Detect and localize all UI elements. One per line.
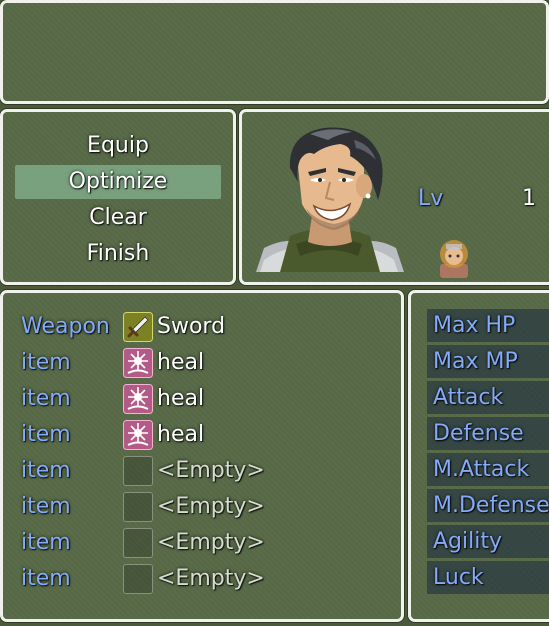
optimize-command[interactable]: Optimize (15, 165, 221, 199)
parameter-window: Max HP Max MP Attack Defense M.Attack M.… (408, 290, 549, 622)
equip-slot-row[interactable]: item <Empty> (21, 454, 401, 488)
sword-icon (123, 312, 153, 342)
status-window: Lv 1 (239, 109, 549, 285)
slot-item-name: heal (157, 350, 205, 375)
slot-item-name: <Empty> (157, 530, 265, 555)
param-row-defense: Defense (427, 417, 549, 450)
actor-portrait (256, 127, 404, 272)
param-label: Max HP (433, 313, 516, 338)
level-value: 1 (522, 186, 536, 211)
command-window: Equip Optimize Clear Finish (0, 109, 236, 285)
param-label: Luck (433, 565, 484, 590)
param-row-attack: Attack (427, 381, 549, 414)
param-row-max-hp: Max HP (427, 309, 549, 342)
param-label: Defense (433, 421, 524, 446)
slot-name: item (21, 530, 71, 555)
equip-slot-window: Weapon Sword item heal item heal item he… (0, 290, 404, 622)
param-row-agility: Agility (427, 525, 549, 558)
empty-slot-icon (123, 528, 153, 558)
empty-slot-icon (123, 564, 153, 594)
level-label: Lv (418, 186, 444, 211)
slot-item-name: <Empty> (157, 458, 265, 483)
heal-icon (123, 384, 153, 414)
slot-name: item (21, 386, 71, 411)
param-label: Attack (433, 385, 504, 410)
heal-icon (123, 420, 153, 450)
empty-slot-icon (123, 492, 153, 522)
help-window (0, 0, 549, 104)
param-label: M.Defense (433, 493, 549, 518)
empty-slot-icon (123, 456, 153, 486)
clear-command[interactable]: Clear (15, 201, 221, 235)
equip-slot-row[interactable]: item <Empty> (21, 562, 401, 596)
slot-name: Weapon (21, 314, 110, 339)
slot-name: item (21, 350, 71, 375)
param-label: Max MP (433, 349, 518, 374)
equip-slot-row[interactable]: item <Empty> (21, 526, 401, 560)
equip-slot-row[interactable]: item heal (21, 418, 401, 452)
equip-slot-row[interactable]: item heal (21, 346, 401, 380)
heal-icon (123, 348, 153, 378)
equip-slot-row[interactable]: item <Empty> (21, 490, 401, 524)
param-row-m-attack: M.Attack (427, 453, 549, 486)
slot-item-name: <Empty> (157, 494, 265, 519)
slot-item-name: Sword (157, 314, 226, 339)
equip-command[interactable]: Equip (15, 129, 221, 163)
equip-slot-row[interactable]: item heal (21, 382, 401, 416)
slot-name: item (21, 566, 71, 591)
slot-item-name: heal (157, 422, 205, 447)
slot-name: item (21, 494, 71, 519)
slot-name: item (21, 422, 71, 447)
slot-item-name: <Empty> (157, 566, 265, 591)
param-row-m-defense: M.Defense (427, 489, 549, 522)
finish-command[interactable]: Finish (15, 237, 221, 271)
slot-name: item (21, 458, 71, 483)
slot-item-name: heal (157, 386, 205, 411)
companion-sprite (440, 240, 468, 278)
param-label: M.Attack (433, 457, 530, 482)
param-label: Agility (433, 529, 502, 554)
param-row-luck: Luck (427, 561, 549, 594)
equip-slot-row[interactable]: Weapon Sword (21, 310, 401, 344)
param-row-max-mp: Max MP (427, 345, 549, 378)
